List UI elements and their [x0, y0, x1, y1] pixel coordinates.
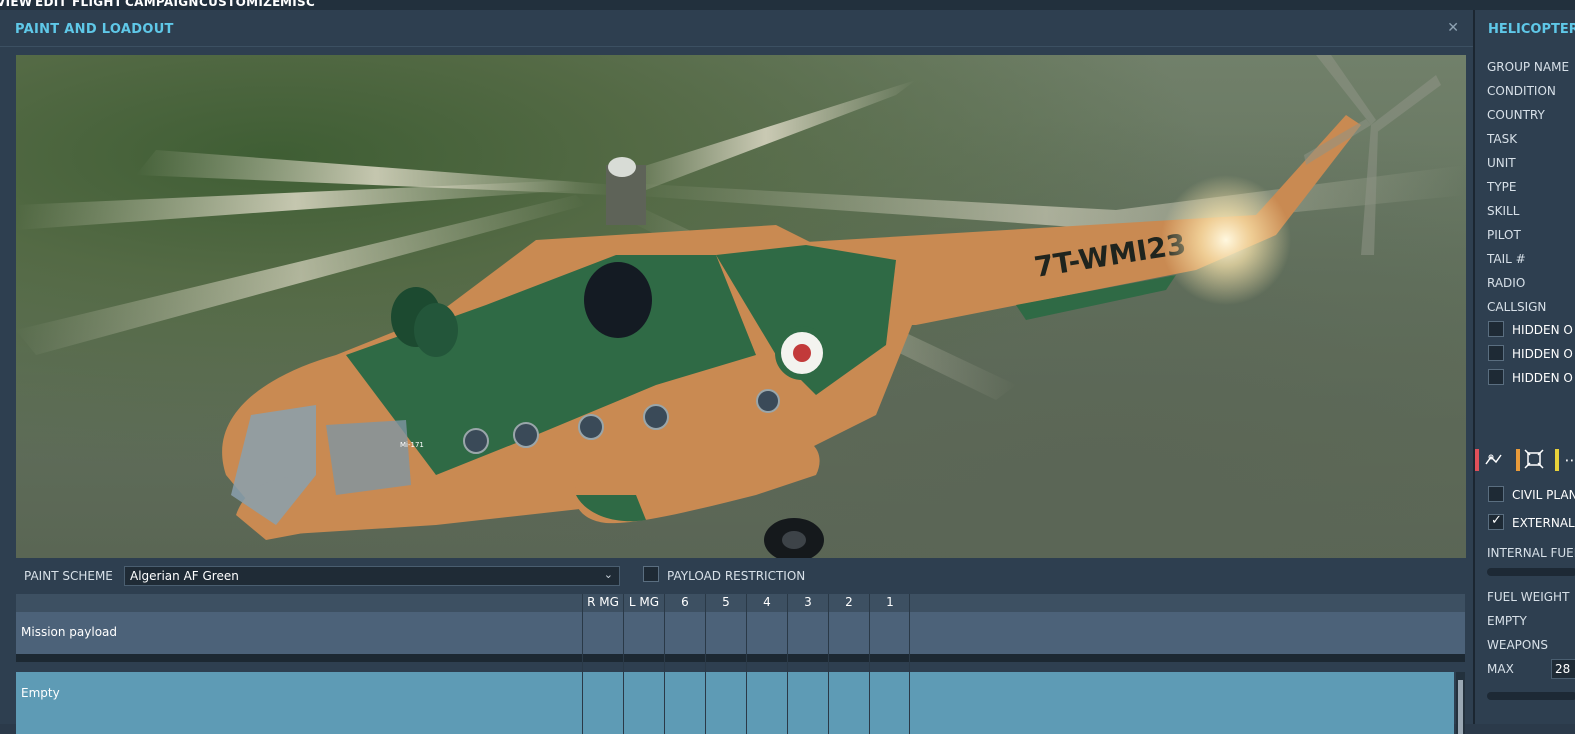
- external-label: EXTERNAL: [1512, 516, 1575, 530]
- condition-label: CONDITION: [1487, 84, 1556, 98]
- column-header: 2: [845, 595, 853, 609]
- unit-label: UNIT: [1487, 156, 1516, 170]
- hidden-checkbox-label: HIDDEN O: [1512, 323, 1573, 337]
- column-header: 4: [763, 595, 771, 609]
- table-row[interactable]: Empty: [16, 672, 1454, 734]
- column-header: 1: [886, 595, 894, 609]
- paint-loadout-panel: PAINT AND LOADOUT ✕ 7T-WMI23 Mi-171 PAIN…: [0, 10, 1473, 734]
- hidden-checkbox-label: HIDDEN O: [1512, 371, 1573, 385]
- column-divider: [582, 594, 583, 734]
- civil-plane-label: CIVIL PLAN: [1512, 488, 1575, 502]
- column-divider: [869, 594, 870, 734]
- weight-slider[interactable]: [1487, 692, 1575, 700]
- column-divider: [828, 594, 829, 734]
- internal-fuel-label: INTERNAL FUEL: [1487, 546, 1575, 560]
- helicopter-illustration: 7T-WMI23 Mi-171: [16, 55, 1466, 558]
- hidden-checkbox-1[interactable]: [1488, 321, 1504, 337]
- menu-bar: VIEW EDIT FLIGHT CAMPAIGN CUSTOMIZE MISC: [0, 0, 1575, 10]
- pilot-label: PILOT: [1487, 228, 1521, 242]
- table-row[interactable]: Mission payload: [16, 612, 1465, 654]
- payload-restriction-label: PAYLOAD RESTRICTION: [667, 569, 806, 583]
- title-divider: [0, 46, 1473, 47]
- target-frame-icon[interactable]: [1523, 449, 1545, 471]
- close-icon[interactable]: ✕: [1447, 20, 1459, 36]
- column-divider: [746, 594, 747, 734]
- weapons-label: WEAPONS: [1487, 638, 1548, 652]
- max-value: 28: [1555, 662, 1571, 676]
- fuel-weight-label: FUEL WEIGHT: [1487, 590, 1570, 604]
- model-marking: Mi-171: [400, 441, 424, 449]
- type-label: TYPE: [1487, 180, 1517, 194]
- payload-table: R MG L MG 6 5 4 3 2 1 Mission payload Em…: [16, 594, 1465, 734]
- rotor-blade-right: [626, 165, 1466, 230]
- radio-label: RADIO: [1487, 276, 1526, 290]
- column-header: 6: [681, 595, 689, 609]
- rotor-blade-up: [616, 80, 916, 190]
- menu-flight[interactable]: FLIGHT: [72, 0, 122, 9]
- exhaust: [584, 262, 652, 338]
- skill-label: SKILL: [1487, 204, 1520, 218]
- column-header: R MG: [587, 595, 619, 609]
- tab-color-stripe: [1555, 449, 1559, 471]
- menu-edit[interactable]: EDIT: [35, 0, 67, 9]
- paint-scheme-value: Algerian AF Green: [130, 569, 239, 583]
- hidden-checkbox-3[interactable]: [1488, 369, 1504, 385]
- helicopter-panel: HELICOPTER GROUP NAME CONDITION COUNTRY …: [1475, 10, 1575, 724]
- panel-title: PAINT AND LOADOUT: [15, 22, 174, 37]
- column-divider: [909, 594, 910, 734]
- civil-plane-checkbox[interactable]: [1488, 486, 1504, 502]
- tab-color-stripe: [1516, 449, 1520, 471]
- row-label: Empty: [21, 686, 60, 700]
- menu-campaign[interactable]: CAMPAIGN: [125, 0, 199, 9]
- internal-fuel-slider[interactable]: [1487, 568, 1575, 576]
- task-label: TASK: [1487, 132, 1518, 146]
- menu-misc[interactable]: MISC: [280, 0, 315, 9]
- menu-customize[interactable]: CUSTOMIZE: [199, 0, 281, 9]
- payload-restriction-checkbox[interactable]: [643, 566, 659, 582]
- tab-color-stripe: [1475, 449, 1479, 471]
- table-header: R MG L MG 6 5 4 3 2 1: [16, 594, 1465, 612]
- row-label: Mission payload: [21, 625, 118, 639]
- column-divider: [623, 594, 624, 734]
- payload-icon[interactable]: ⋯: [1561, 449, 1575, 471]
- tail-number-label: TAIL #: [1487, 252, 1526, 266]
- waypoint-route-icon[interactable]: [1483, 449, 1505, 471]
- empty-label: EMPTY: [1487, 614, 1527, 628]
- rotor-blade-back: [136, 150, 616, 195]
- group-name-label: GROUP NAME: [1487, 60, 1570, 74]
- column-header: 3: [804, 595, 812, 609]
- helicopter-panel-title: HELICOPTER: [1488, 22, 1575, 37]
- paint-scheme-select[interactable]: Algerian AF Green ⌄: [124, 566, 620, 586]
- light-glow: [1161, 175, 1291, 305]
- external-checkbox[interactable]: [1488, 513, 1504, 530]
- column-header: 5: [722, 595, 730, 609]
- panel-tab-bar: ⋯: [1475, 447, 1575, 473]
- aircraft-preview[interactable]: 7T-WMI23 Mi-171: [16, 55, 1466, 558]
- country-label: COUNTRY: [1487, 108, 1545, 122]
- callsign-label: CALLSIGN: [1487, 300, 1547, 314]
- hidden-checkbox-2[interactable]: [1488, 345, 1504, 361]
- max-value-field[interactable]: 28: [1551, 659, 1575, 679]
- table-divider: [16, 654, 1465, 662]
- column-divider: [787, 594, 788, 734]
- column-header: L MG: [628, 595, 660, 609]
- max-label: MAX: [1487, 662, 1514, 676]
- menu-view[interactable]: VIEW: [0, 0, 32, 9]
- table-scrollbar[interactable]: [1456, 672, 1465, 734]
- hidden-checkbox-label: HIDDEN O: [1512, 347, 1573, 361]
- column-divider: [664, 594, 665, 734]
- column-divider: [705, 594, 706, 734]
- paint-scheme-label: PAINT SCHEME: [24, 569, 113, 583]
- chevron-down-icon: ⌄: [603, 568, 613, 581]
